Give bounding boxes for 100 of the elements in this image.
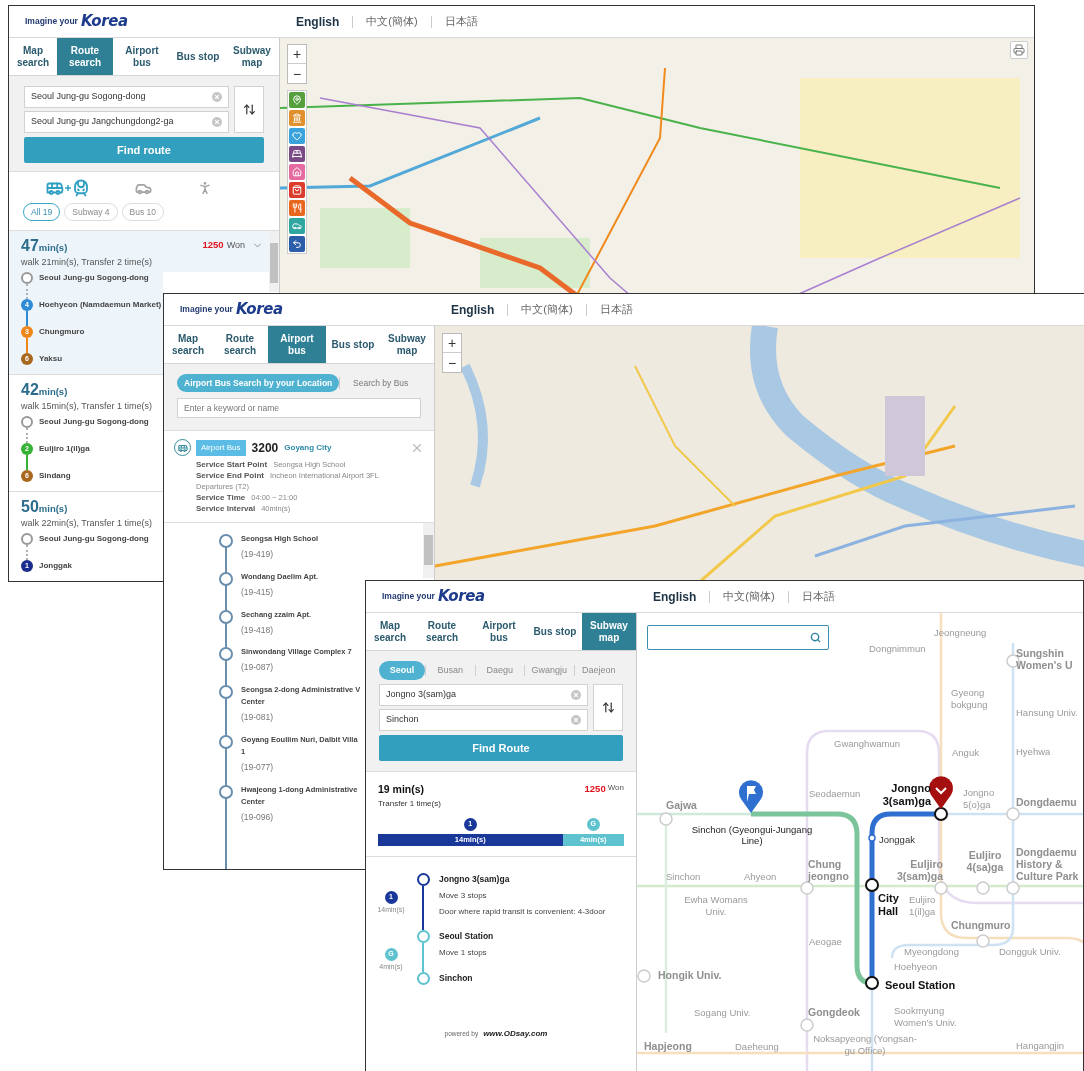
nav-tab[interactable]: Bus stop (171, 38, 225, 75)
search-mode-tab[interactable]: Search by Bus (340, 376, 421, 390)
clear-icon[interactable] (571, 690, 581, 700)
station-label[interactable]: City Hall (878, 892, 904, 918)
station-label[interactable]: Euljiro 1(il)ga (909, 894, 949, 918)
station-label[interactable]: Sinchon (666, 871, 701, 883)
origin-field[interactable]: Jongno 3(sam)ga (379, 684, 588, 706)
station-label[interactable]: Sogang Univ. (694, 1007, 751, 1019)
nav-tab[interactable]: Subway map (380, 326, 434, 363)
station-label[interactable]: Hapjeong (644, 1040, 692, 1052)
bed-icon[interactable] (289, 146, 305, 162)
station-label[interactable]: Ahyeon (744, 871, 777, 883)
destination-field[interactable]: Seoul Jung-gu Jangchungdong2-ga (24, 111, 229, 133)
zoom-in-button[interactable]: + (443, 334, 461, 353)
origin-field[interactable]: Seoul Jung-gu Sogong-dong (24, 86, 229, 108)
nav-tab[interactable]: Bus stop (326, 326, 380, 363)
logo-wordmark[interactable]: Korea (437, 589, 485, 604)
station-label[interactable]: Hyehwa (1016, 746, 1051, 758)
transfer-count: Transfer 1 time(s) (378, 797, 442, 810)
city-tab[interactable]: Busan (426, 663, 475, 678)
language-tab[interactable]: English (451, 300, 495, 319)
nav-tab[interactable]: Route search (212, 326, 268, 363)
logo-wordmark[interactable]: Korea (235, 302, 283, 317)
destination-field[interactable]: Sinchon (379, 709, 588, 731)
station-label[interactable]: Seodaemun (809, 788, 861, 800)
zoom-out-button[interactable]: − (288, 64, 306, 83)
nav-tab[interactable]: Route search (414, 613, 470, 650)
station-label[interactable]: Seoul Station (885, 977, 956, 994)
station-label[interactable]: Gongdeok (808, 1006, 860, 1018)
scrollbar[interactable] (423, 523, 434, 578)
station-label[interactable]: Ewha Womans Univ. (680, 894, 752, 918)
map-pin-icon[interactable] (289, 92, 305, 108)
station-label[interactable]: Hongik Univ. (658, 969, 722, 981)
city-tab[interactable]: Gwangju (525, 663, 574, 678)
language-tab[interactable]: 日本語 (444, 13, 478, 30)
car-icon[interactable] (289, 218, 305, 234)
find-route-button[interactable]: Find route (24, 137, 264, 163)
station-label[interactable]: Sungshin Women's U (1016, 647, 1080, 671)
bus-and-train-icon[interactable] (45, 179, 90, 197)
station-label[interactable]: Hangangjin (1016, 1040, 1065, 1052)
search-mode-tab[interactable]: Airport Bus Search by your Location (177, 374, 340, 392)
station-label[interactable]: Myeongdong (904, 946, 959, 958)
station-label[interactable]: Dongnimmun (869, 643, 926, 655)
station-label[interactable]: Gwanghwamun (834, 738, 900, 750)
city-tab[interactable]: Daejeon (574, 663, 623, 678)
station-label[interactable]: Hansung Univ. (1016, 707, 1078, 719)
odsay-link[interactable]: www.ODsay.com (483, 1028, 548, 1041)
station-label[interactable]: Gyeong bokgung (951, 687, 995, 711)
nav-tab[interactable]: Bus stop (528, 613, 582, 650)
language-tab[interactable]: English (296, 12, 340, 31)
language-tab[interactable]: 中文(簡体) (366, 13, 418, 30)
nav-tab[interactable]: Map search (9, 38, 57, 75)
origin-station-label[interactable]: Sinchon (Gyeongui-Jungang Line) (687, 824, 817, 846)
station-label[interactable]: Dongguk Univ. (999, 946, 1061, 958)
nav-tab[interactable]: Subway map (225, 38, 279, 75)
nav-tab[interactable]: Subway map (582, 613, 636, 650)
station-label[interactable]: Gajwa (666, 799, 697, 811)
station-label[interactable]: Hoehyeon (894, 961, 938, 973)
city-tab[interactable]: Seoul (379, 661, 425, 680)
language-tab[interactable]: English (653, 587, 697, 606)
utensils-icon[interactable] (289, 200, 305, 216)
zoom-out-button[interactable]: − (443, 353, 461, 372)
zoom-in-button[interactable]: + (288, 45, 306, 64)
language-tab[interactable]: 日本語 (801, 588, 835, 605)
station-label[interactable]: Noksapyeong (Yongsan-gu Office) (813, 1033, 917, 1057)
scrollbar[interactable] (269, 231, 279, 292)
swap-button[interactable] (234, 86, 264, 133)
clear-icon[interactable] (212, 92, 222, 102)
station-label[interactable]: Anguk (952, 747, 979, 759)
nav-tab[interactable]: Route search (57, 38, 113, 75)
landmark-icon[interactable] (289, 110, 305, 126)
selected-route-card[interactable]: 47min(s) 1250 Won walk 21min(s), Transfer 2 time(s) (9, 231, 269, 272)
nav-tab[interactable]: Airport bus (113, 38, 171, 75)
station-label[interactable]: Jongno 5(o)ga (963, 787, 1007, 811)
station-label[interactable]: Chung jeongno (808, 858, 852, 882)
station-label[interactable]: Dongdaemu History & Culture Park (1016, 846, 1082, 882)
language-tab[interactable]: 中文(簡体) (521, 301, 573, 318)
print-button[interactable] (1010, 41, 1028, 59)
nav-tab[interactable]: Airport bus (268, 326, 326, 363)
station-label[interactable]: Dongdaemu (1016, 796, 1077, 808)
clear-icon[interactable] (571, 715, 581, 725)
station-label[interactable]: Jonggak (879, 833, 915, 848)
nav-tab[interactable]: Airport bus (470, 613, 528, 650)
keyword-search-field[interactable]: Enter a keyword or name (177, 398, 421, 418)
bag-icon[interactable] (289, 182, 305, 198)
station-label[interactable]: Aeogae (809, 936, 842, 948)
language-tab[interactable]: 日本語 (599, 301, 633, 318)
station-label[interactable]: Sookmyung Women's Univ. (894, 1005, 970, 1029)
nav-tab[interactable]: Map search (366, 613, 414, 650)
station-label[interactable]: Chungmuro (951, 919, 1011, 931)
clear-icon[interactable] (212, 117, 222, 127)
city-tab[interactable]: Daegu (475, 663, 524, 678)
station-search-field[interactable] (647, 625, 829, 650)
find-route-button[interactable]: Find Route (379, 735, 623, 761)
station-label[interactable]: Daeheung (735, 1041, 779, 1053)
nav-tab[interactable]: Map search (164, 326, 212, 363)
logo-wordmark[interactable]: Korea (80, 14, 128, 29)
station-label[interactable]: Euljiro 4(sa)ga (958, 849, 1012, 873)
swap-button[interactable] (593, 684, 623, 731)
language-tab[interactable]: 中文(簡体) (723, 588, 775, 605)
